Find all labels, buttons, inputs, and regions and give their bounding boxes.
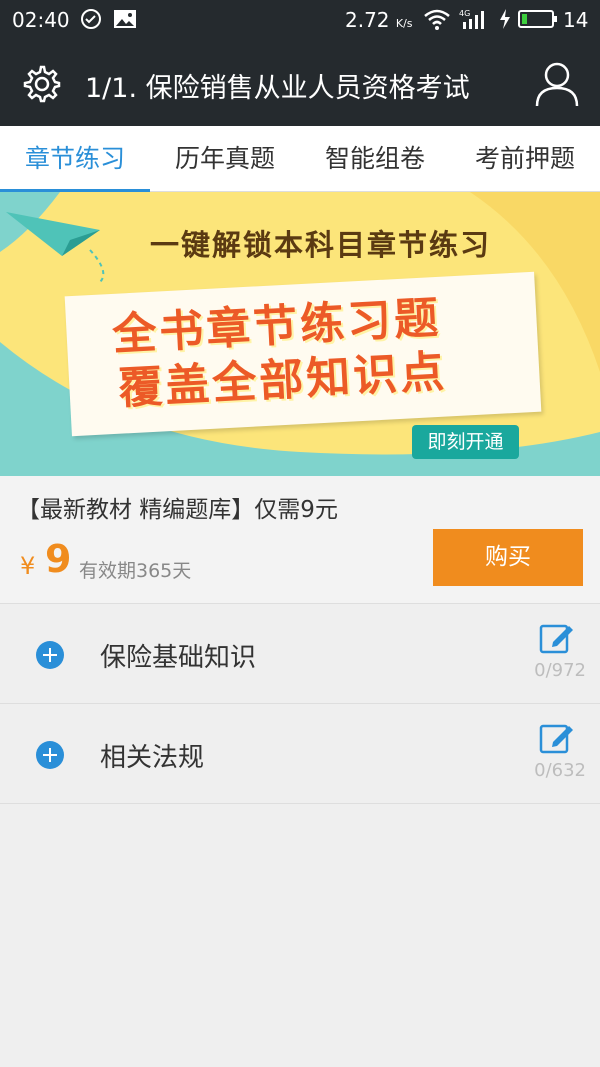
charging-icon <box>498 8 512 35</box>
purchase-section: 【最新教材 精编题库】仅需9元 ¥ 9 有效期365天 购买 <box>0 476 600 604</box>
validity-text: 有效期365天 <box>79 560 192 582</box>
image-icon <box>113 8 137 35</box>
chapter-name: 相关法规 <box>100 743 205 773</box>
speed-value: 2.72 <box>345 8 390 32</box>
wifi-icon <box>423 8 451 35</box>
tab-label: 考前押题 <box>474 144 575 173</box>
gear-icon[interactable] <box>22 64 62 104</box>
tab-pre-exam[interactable]: 考前押题 <box>450 126 600 192</box>
tab-past-exams[interactable]: 历年真题 <box>150 126 300 192</box>
tab-label: 章节练习 <box>24 144 125 173</box>
price-value: 9 <box>45 537 72 581</box>
battery-icon <box>518 8 558 35</box>
chapter-item[interactable]: 保险基础知识 0/972 <box>0 604 600 704</box>
promo-banner[interactable]: 一键解锁本科目章节练习 全书章节练习题 覆盖全部知识点 即刻开通 <box>0 192 600 476</box>
network-speed: 2.72 K/s <box>345 8 413 32</box>
promo-description: 【最新教材 精编题库】仅需9元 <box>17 497 338 523</box>
progress-count: 0/632 <box>534 760 586 781</box>
expand-plus-icon[interactable] <box>36 741 64 769</box>
battery-level: 14 <box>563 8 589 32</box>
speed-unit: K/s <box>395 17 413 30</box>
currency-symbol: ¥ <box>20 552 36 580</box>
user-icon[interactable] <box>534 60 580 108</box>
check-circle-icon <box>80 8 102 35</box>
status-bar: 02:40 2.72 K/s 4G 14 <box>0 0 600 42</box>
chapter-name: 保险基础知识 <box>100 643 257 673</box>
banner-headline: 一键解锁本科目章节练习 <box>150 228 492 262</box>
chapter-item[interactable]: 相关法规 0/632 <box>0 704 600 804</box>
signal-4g-icon: 4G <box>459 8 491 35</box>
edit-icon[interactable] <box>539 620 575 656</box>
buy-button[interactable]: 购买 <box>433 529 583 586</box>
tab-label: 历年真题 <box>174 144 275 173</box>
progress-count: 0/972 <box>534 660 586 681</box>
tab-smart-paper[interactable]: 智能组卷 <box>300 126 450 192</box>
app-bar: 1/1. 保险销售从业人员资格考试 <box>0 42 600 126</box>
svg-text:4G: 4G <box>459 9 470 18</box>
activate-button[interactable]: 即刻开通 <box>412 425 519 459</box>
tab-label: 智能组卷 <box>324 144 425 173</box>
tab-chapter-practice[interactable]: 章节练习 <box>0 126 150 192</box>
paper-plane-icon <box>6 212 105 283</box>
page-title: 1/1. 保险销售从业人员资格考试 <box>85 73 470 104</box>
expand-plus-icon[interactable] <box>36 641 64 669</box>
edit-icon[interactable] <box>539 720 575 756</box>
tab-bar: 章节练习 历年真题 智能组卷 考前押题 <box>0 126 600 192</box>
status-time: 02:40 <box>12 8 70 32</box>
